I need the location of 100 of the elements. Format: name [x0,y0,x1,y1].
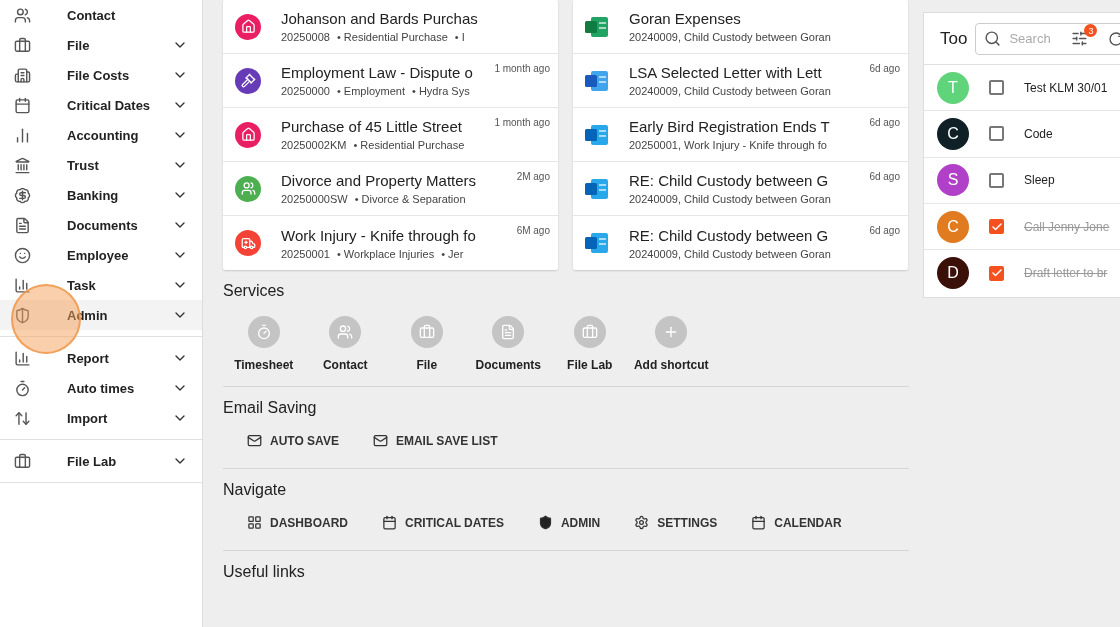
document-title[interactable]: RE: Child Custody between G [629,226,870,244]
checkbox[interactable] [989,126,1004,142]
todo-text: Code [1024,126,1053,141]
action-button[interactable]: AUTO SAVE [237,427,349,454]
checkbox[interactable] [989,219,1004,235]
sidebar-item[interactable]: Documents [0,210,202,240]
sidebar-item[interactable]: Critical Dates [0,90,202,120]
action-button[interactable]: ADMIN [527,509,611,536]
file-title[interactable]: Johanson and Bards Purchas [281,10,550,27]
section-title: Email Saving [223,399,318,417]
checkbox[interactable] [989,265,1004,281]
users-icon [14,6,31,24]
mail-icon [247,433,262,448]
outlook-logo-icon [585,123,609,146]
up-down-arrows-icon [14,409,31,427]
file-number: 20250002KM [281,139,347,151]
sidebar-item[interactable]: Trust [0,150,202,180]
sidebar-item[interactable]: File [0,30,202,60]
document-subtitle: 20240009, Child Custody between Goran [629,247,831,260]
filter-icon[interactable] [1071,30,1089,47]
file-title[interactable]: Purchase of 45 Little Street [281,118,495,135]
excel-logo-icon [585,15,609,38]
file-type: • Workplace Injuries [336,247,435,260]
avatar: C [937,210,969,243]
document-time: 6d ago [869,225,900,236]
document-icon [492,316,525,348]
plus-icon [655,316,688,348]
outlook-logo-icon [585,232,609,254]
sidebar-item[interactable]: Report [0,343,202,373]
file-type: • Residential Purchase [353,139,465,151]
action-button[interactable]: SETTINGS [624,509,728,536]
search-field[interactable]: Search [1007,30,1060,47]
avatar: T [937,71,969,104]
briefcase-icon [14,452,31,470]
document-title[interactable]: Goran Expenses [629,10,900,27]
calendar-icon [14,96,31,114]
section-title: Services [223,282,286,300]
shortcut[interactable]: Timesheet [223,316,305,372]
briefcase-icon [410,316,443,348]
action-button[interactable]: DASHBOARD [237,509,358,536]
sidebar-item[interactable]: File Costs [0,60,202,90]
panel-title: Too [940,28,968,49]
section-title: Navigate [223,481,288,499]
sidebar-item[interactable]: Contact [0,0,202,30]
sidebar-item[interactable]: Import [0,403,202,433]
file-number: 20250008 [281,31,330,43]
document-subtitle: 20240009, Child Custody between Goran [629,85,831,97]
file-number: 20250001 [281,247,330,260]
todo-text: Call Jenny Jone [1024,219,1110,234]
action-button[interactable]: CRITICAL DATES [372,509,514,536]
dashboard-icon [247,515,262,530]
document-title[interactable]: Early Bird Registration Ends T [629,118,870,135]
bank-icon [14,156,31,174]
building-icon [14,66,31,84]
file-client: • Hydra Sys [412,85,470,97]
file-number: 20250000 [281,85,330,97]
avatar: D [937,257,969,290]
file-type: • Employment [336,85,405,97]
shortcut[interactable]: File [386,316,468,372]
document-time: 6d ago [869,63,900,74]
calendar-icon [751,515,767,530]
file-type: • Residential Purchase [336,31,448,43]
chart-icon [14,276,31,294]
file-time: 1 month ago [494,117,550,128]
sidebar-item[interactable]: Employee [0,240,202,270]
shield-icon [14,306,31,324]
todo-text: Sleep [1024,173,1055,188]
sidebar-item[interactable]: Accounting [0,120,202,150]
sidebar-item[interactable]: File Lab [0,446,202,476]
document-title[interactable]: RE: Child Custody between G [629,172,870,189]
file-title[interactable]: Work Injury - Knife through fo [281,226,517,244]
checkbox[interactable] [989,80,1004,96]
action-button[interactable]: CALENDAR [741,509,852,536]
search-icon [984,30,1002,47]
sidebar-item[interactable]: Task [0,270,202,300]
file-client: • Jer [441,247,464,260]
dollar-icon [14,186,31,204]
refresh-icon[interactable] [1108,30,1120,47]
file-time: 6M ago [516,225,550,236]
calendar-icon [382,515,397,530]
document-time: 6d ago [869,171,900,182]
sidebar-item[interactable]: Auto times [0,373,202,403]
sidebar-item[interactable]: Banking [0,180,202,210]
stopwatch-icon [14,379,31,397]
avatar: C [937,117,969,150]
shortcut[interactable]: Add shortcut [630,316,712,372]
word-logo-icon [585,69,609,92]
file-title[interactable]: Employment Law - Dispute o [281,64,495,81]
document-title[interactable]: LSA Selected Letter with Lett [629,64,870,81]
action-button[interactable]: EMAIL SAVE LIST [362,427,508,454]
checkbox[interactable] [989,172,1004,188]
shortcut[interactable]: Documents [467,316,549,372]
shield-icon [537,515,553,530]
users-icon [329,316,362,348]
file-time: 2M ago [516,171,550,182]
shortcut[interactable]: File Lab [549,316,631,372]
mail-icon [372,433,388,448]
chart-icon [14,349,31,367]
shortcut[interactable]: Contact [304,316,386,372]
file-title[interactable]: Divorce and Property Matters [281,172,517,189]
